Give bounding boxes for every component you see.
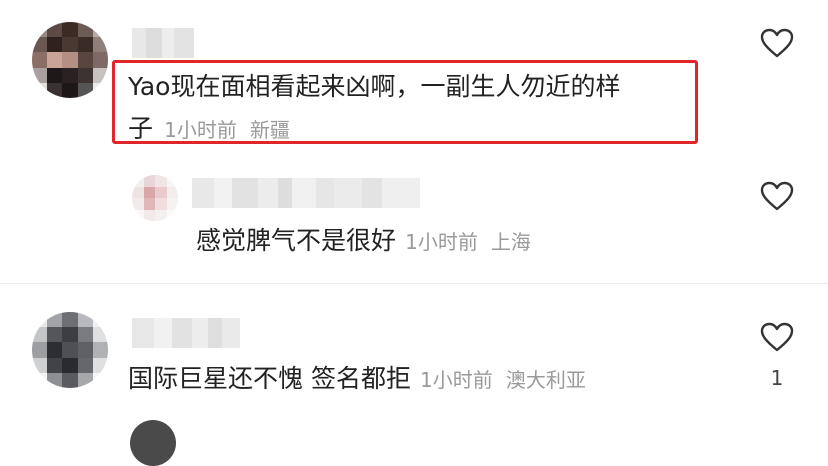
comment-text-continued: 子 bbox=[128, 114, 154, 143]
comment-location: 新疆 bbox=[249, 118, 290, 142]
avatar[interactable] bbox=[132, 175, 178, 221]
like-count: 1 bbox=[770, 366, 784, 390]
heart-outline-icon bbox=[760, 28, 794, 58]
comment-time: 1小时前 bbox=[405, 230, 478, 254]
comment-content: 国际巨星还不愧 签名都拒 1小时前 澳大利亚 bbox=[128, 362, 586, 396]
heart-outline-icon bbox=[760, 181, 794, 211]
username-blurred[interactable] bbox=[132, 28, 194, 58]
comment-text: Yao现在面相看起来凶啊，一副生人勿近的样 bbox=[128, 72, 621, 101]
heart-outline-icon bbox=[760, 322, 794, 352]
comment-text: 国际巨星还不愧 签名都拒 bbox=[128, 364, 411, 393]
comment-time: 1小时前 bbox=[420, 368, 493, 392]
divider bbox=[0, 283, 828, 284]
like-button[interactable] bbox=[760, 28, 794, 58]
comment-location: 澳大利亚 bbox=[505, 368, 586, 392]
comment-text-line2: 子 1小时前 新疆 bbox=[128, 112, 290, 146]
comment-text: 感觉脾气不是很好 bbox=[196, 226, 397, 255]
username-blurred[interactable] bbox=[192, 178, 420, 208]
avatar[interactable] bbox=[32, 22, 108, 98]
like-button[interactable] bbox=[760, 322, 794, 352]
comment-location: 上海 bbox=[490, 230, 531, 254]
username-blurred[interactable] bbox=[132, 318, 240, 348]
reply-content: 感觉脾气不是很好 1小时前 上海 bbox=[196, 224, 531, 258]
like-button[interactable] bbox=[760, 181, 794, 211]
avatar[interactable] bbox=[32, 312, 108, 388]
comment-time: 1小时前 bbox=[164, 118, 237, 142]
